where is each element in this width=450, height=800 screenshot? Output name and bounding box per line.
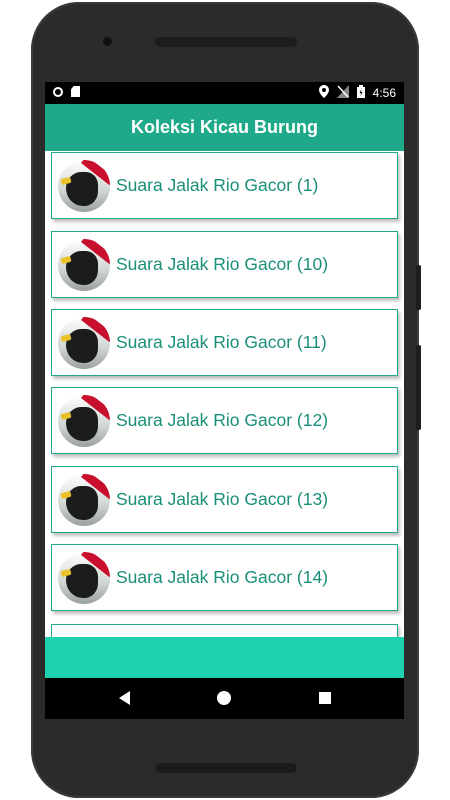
- volume-button: [416, 265, 421, 310]
- app-bar: Koleksi Kicau Burung: [45, 104, 404, 151]
- list-item-label: Suara Jalak Rio Gacor (11): [116, 332, 327, 352]
- status-bar: 4:56: [45, 82, 404, 104]
- bottom-speaker: [155, 763, 297, 773]
- power-button: [416, 345, 421, 430]
- list-item[interactable]: Suara Jalak Rio Gacor (12): [51, 387, 398, 454]
- home-icon[interactable]: [217, 691, 231, 705]
- bird-thumbnail: [58, 159, 110, 212]
- list-item-label: Suara Jalak Rio Gacor (12): [116, 410, 329, 430]
- bird-thumbnail: [58, 473, 110, 526]
- clock: 4:56: [372, 86, 396, 100]
- list-item[interactable]: Suara Jalak Rio Gacor (13): [51, 466, 398, 533]
- bird-thumbnail: [58, 551, 110, 604]
- bird-thumbnail: [58, 316, 110, 369]
- sd-card-icon: [71, 86, 80, 97]
- list-item-label: Suara Jalak Rio Gacor (10): [116, 254, 329, 274]
- list-item[interactable]: Suara Jalak Rio Gacor (11): [51, 309, 398, 376]
- front-camera: [103, 37, 112, 46]
- bird-thumbnail: [58, 394, 110, 447]
- no-signal-icon: [336, 85, 349, 101]
- bird-thumbnail: [58, 238, 110, 291]
- list-item-label: Suara Jalak Rio Gacor (1): [116, 175, 319, 195]
- battery-icon: [356, 85, 365, 101]
- list-item[interactable]: Suara Jalak Rio Gacor (1): [51, 152, 398, 219]
- location-icon: [318, 85, 329, 101]
- list-item-partial[interactable]: [51, 624, 398, 637]
- back-icon[interactable]: [119, 691, 130, 705]
- list-item-label: Suara Jalak Rio Gacor (14): [116, 567, 329, 587]
- app-title: Koleksi Kicau Burung: [130, 117, 319, 137]
- navigation-bar: [45, 678, 404, 719]
- earpiece-speaker: [155, 37, 297, 47]
- recents-icon[interactable]: [319, 692, 331, 704]
- list-item[interactable]: Suara Jalak Rio Gacor (10): [51, 231, 398, 298]
- bottom-banner: [45, 637, 404, 678]
- list-item[interactable]: Suara Jalak Rio Gacor (14): [51, 544, 398, 611]
- sound-list[interactable]: Suara Jalak Rio Gacor (1) Suara Jalak Ri…: [45, 151, 404, 637]
- screen: 4:56 Koleksi Kicau Burung Suara Jalak Ri…: [45, 82, 404, 719]
- list-item-label: Suara Jalak Rio Gacor (13): [116, 489, 329, 509]
- circle-icon: [53, 86, 63, 97]
